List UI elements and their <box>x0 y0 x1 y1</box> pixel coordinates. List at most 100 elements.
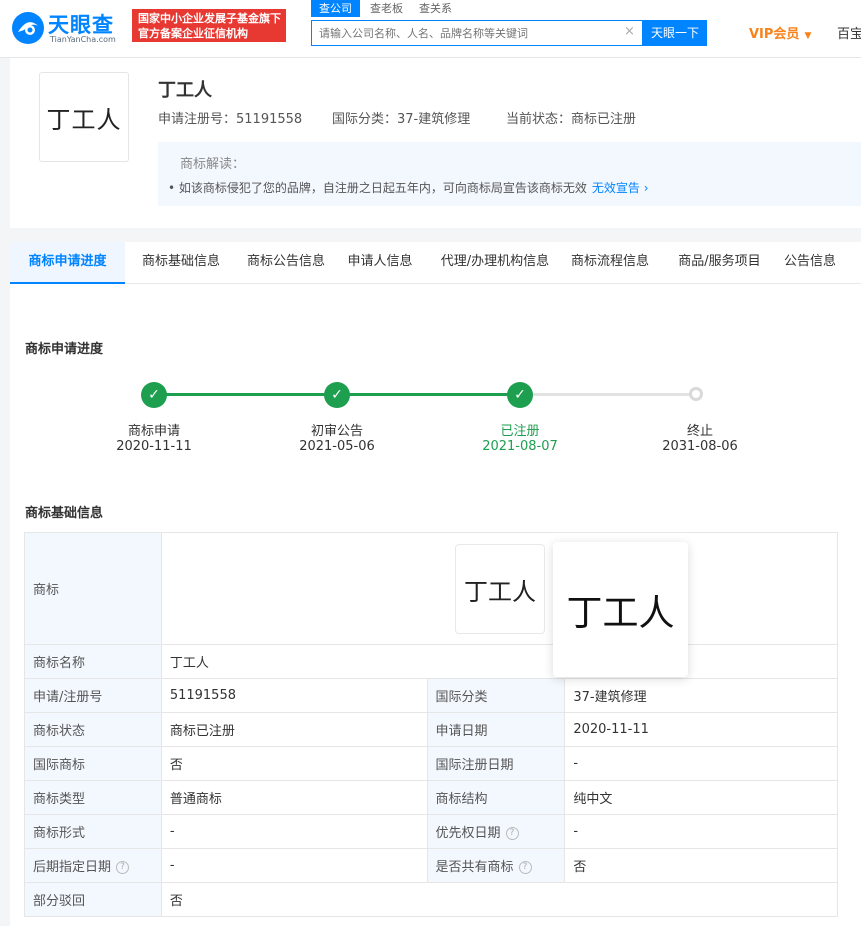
table-value: - <box>564 814 838 849</box>
search-input[interactable] <box>312 21 622 45</box>
help-icon[interactable]: ? <box>116 861 130 874</box>
table-value: 2020-11-11 <box>564 712 838 747</box>
bullet-icon: • <box>168 181 179 195</box>
interp-text: • 如该商标侵犯了您的品牌，自注册之日起五年内，可向商标局宣告该商标无效 无效宣告… <box>168 179 649 196</box>
table-label: 商标形式 <box>24 814 162 849</box>
table-row: 部分驳回 否 <box>24 882 839 917</box>
table-value: 纯中文 <box>564 780 838 815</box>
reg-no-meta: 申请注册号：51191558 <box>158 108 302 127</box>
vip-menu[interactable]: VIP会员 ▼ <box>749 23 811 42</box>
reg-no-label: 申请注册号： <box>158 112 237 127</box>
table-label: 申请日期 <box>426 712 566 747</box>
interp-title: 商标解读： <box>180 157 246 172</box>
status-label: 当前状态： <box>506 112 572 127</box>
status-value: 商标已注册 <box>571 112 637 127</box>
table-label: 国际注册日期 <box>426 746 566 781</box>
tab-announcement-info[interactable]: 商标公告信息 <box>230 242 342 284</box>
tab-agency-info[interactable]: 代理/办理机构信息 <box>425 242 565 284</box>
step-check-icon: ✓ <box>507 382 533 408</box>
trademark-thumbnail[interactable]: 丁工人 <box>39 72 129 162</box>
step-date: 2021-05-06 <box>299 439 375 454</box>
step-check-icon: ✓ <box>324 382 350 408</box>
table-label-with-help: 是否共有商标? <box>426 848 566 883</box>
search-box: × <box>311 20 643 46</box>
table-row: 商标形式 - 优先权日期? - <box>24 814 838 849</box>
table-value: 商标已注册 <box>160 712 428 747</box>
reg-no-value: 51191558 <box>236 112 303 127</box>
badge-line-1: 国家中小企业发展子基金旗下 <box>138 12 281 25</box>
tab-application-progress[interactable]: 商标申请进度 <box>10 242 125 284</box>
search-button[interactable]: 天眼一下 <box>643 20 707 46</box>
help-icon[interactable]: ? <box>518 861 532 874</box>
intl-class-label: 国际分类： <box>332 112 398 127</box>
official-badge: 国家中小企业发展子基金旗下 官方备案企业征信机构 <box>132 9 286 42</box>
table-value: 否 <box>160 882 839 917</box>
table-label: 商标 <box>24 532 162 645</box>
table-value: - <box>564 746 838 781</box>
table-row: 申请/注册号 51191558 国际分类 37-建筑修理 <box>24 678 838 713</box>
search-tab-relation[interactable]: 查关系 <box>419 0 452 17</box>
table-row: 商标名称 丁工人 <box>24 644 839 679</box>
table-label: 申请/注册号 <box>24 678 162 713</box>
step-date: 2021-08-07 <box>482 439 558 454</box>
tab-process-info[interactable]: 商标流程信息 <box>555 242 665 284</box>
table-row: 后期指定日期? - 是否共有商标? 否 <box>24 848 838 883</box>
table-label: 商标状态 <box>24 712 162 747</box>
interp-body: 如该商标侵犯了您的品牌，自注册之日起五年内，可向商标局宣告该商标无效 <box>178 181 587 195</box>
baike-link[interactable]: 百宝 <box>837 23 861 42</box>
table-label: 部分驳回 <box>24 882 162 917</box>
table-value: 否 <box>564 848 838 883</box>
badge-line-2: 官方备案企业征信机构 <box>138 27 248 40</box>
step-label: 初审公告 <box>310 424 363 439</box>
trademark-interpretation: 商标解读： • 如该商标侵犯了您的品牌，自注册之日起五年内，可向商标局宣告该商标… <box>158 142 861 206</box>
step-label: 终止 <box>686 424 713 439</box>
intl-class-value: 37-建筑修理 <box>397 112 471 127</box>
table-label-with-help: 优先权日期? <box>426 814 566 849</box>
step-pending-icon <box>689 387 703 401</box>
vip-label: VIP会员 <box>749 27 800 42</box>
table-label-with-help: 后期指定日期? <box>24 848 162 883</box>
top-header: 天眼查 TianYanCha.com 国家中小企业发展子基金旗下 官方备案企业征… <box>0 0 861 58</box>
trademark-detail-card: 商标申请进度 商标基础信息 商标公告信息 申请人信息 代理/办理机构信息 商标流… <box>10 242 861 926</box>
step-label: 已注册 <box>500 424 540 439</box>
table-label: 商标名称 <box>24 644 162 679</box>
table-label: 国际商标 <box>24 746 162 781</box>
tab-goods-services[interactable]: 商品/服务项目 <box>662 242 777 284</box>
progress-section-title: 商标申请进度 <box>25 342 104 357</box>
table-value: 否 <box>160 746 428 781</box>
table-row: 商标类型 普通商标 商标结构 纯中文 <box>24 780 838 815</box>
basic-info-section-title: 商标基础信息 <box>25 506 104 521</box>
logo-subtext: TianYanCha.com <box>50 35 116 44</box>
table-label: 后期指定日期 <box>33 860 112 875</box>
trademark-title: 丁工人 <box>158 80 212 101</box>
help-icon[interactable]: ? <box>505 827 519 840</box>
invalidation-link[interactable]: 无效宣告 › <box>592 181 649 195</box>
trademark-image-preview: 丁工人 <box>553 542 688 677</box>
chevron-right-icon: › <box>643 181 649 195</box>
caret-down-icon: ▼ <box>804 31 812 41</box>
search-tab-boss[interactable]: 查老板 <box>370 0 403 17</box>
search-tab-company[interactable]: 查公司 <box>311 0 360 17</box>
invalidation-link-label: 无效宣告 <box>591 181 640 195</box>
tab-applicant-info[interactable]: 申请人信息 <box>330 242 430 284</box>
table-label: 优先权日期 <box>435 826 501 841</box>
detail-tabs: 商标申请进度 商标基础信息 商标公告信息 申请人信息 代理/办理机构信息 商标流… <box>10 242 861 284</box>
tab-basic-info[interactable]: 商标基础信息 <box>125 242 237 284</box>
step-check-icon: ✓ <box>141 382 167 408</box>
table-row: 国际商标 否 国际注册日期 - <box>24 746 838 781</box>
table-row: 商标状态 商标已注册 申请日期 2020-11-11 <box>24 712 838 747</box>
table-label: 商标结构 <box>426 780 566 815</box>
table-value: 普通商标 <box>160 780 428 815</box>
table-label: 国际分类 <box>426 678 566 713</box>
tianyancha-logo[interactable]: 天眼查 TianYanCha.com <box>10 8 126 44</box>
tab-notice-info[interactable]: 公告信息 <box>775 242 845 284</box>
step-label: 商标申请 <box>127 424 180 439</box>
step-date: 2020-11-11 <box>116 439 192 454</box>
table-value: - <box>160 814 428 849</box>
trademark-image[interactable]: 丁工人 <box>455 544 545 634</box>
table-value: 丁工人 <box>160 644 839 679</box>
clear-icon[interactable]: × <box>624 24 635 39</box>
table-value: - <box>160 848 428 883</box>
intl-class-meta: 国际分类：37-建筑修理 <box>332 108 470 127</box>
table-row: 商标 <box>24 532 839 645</box>
